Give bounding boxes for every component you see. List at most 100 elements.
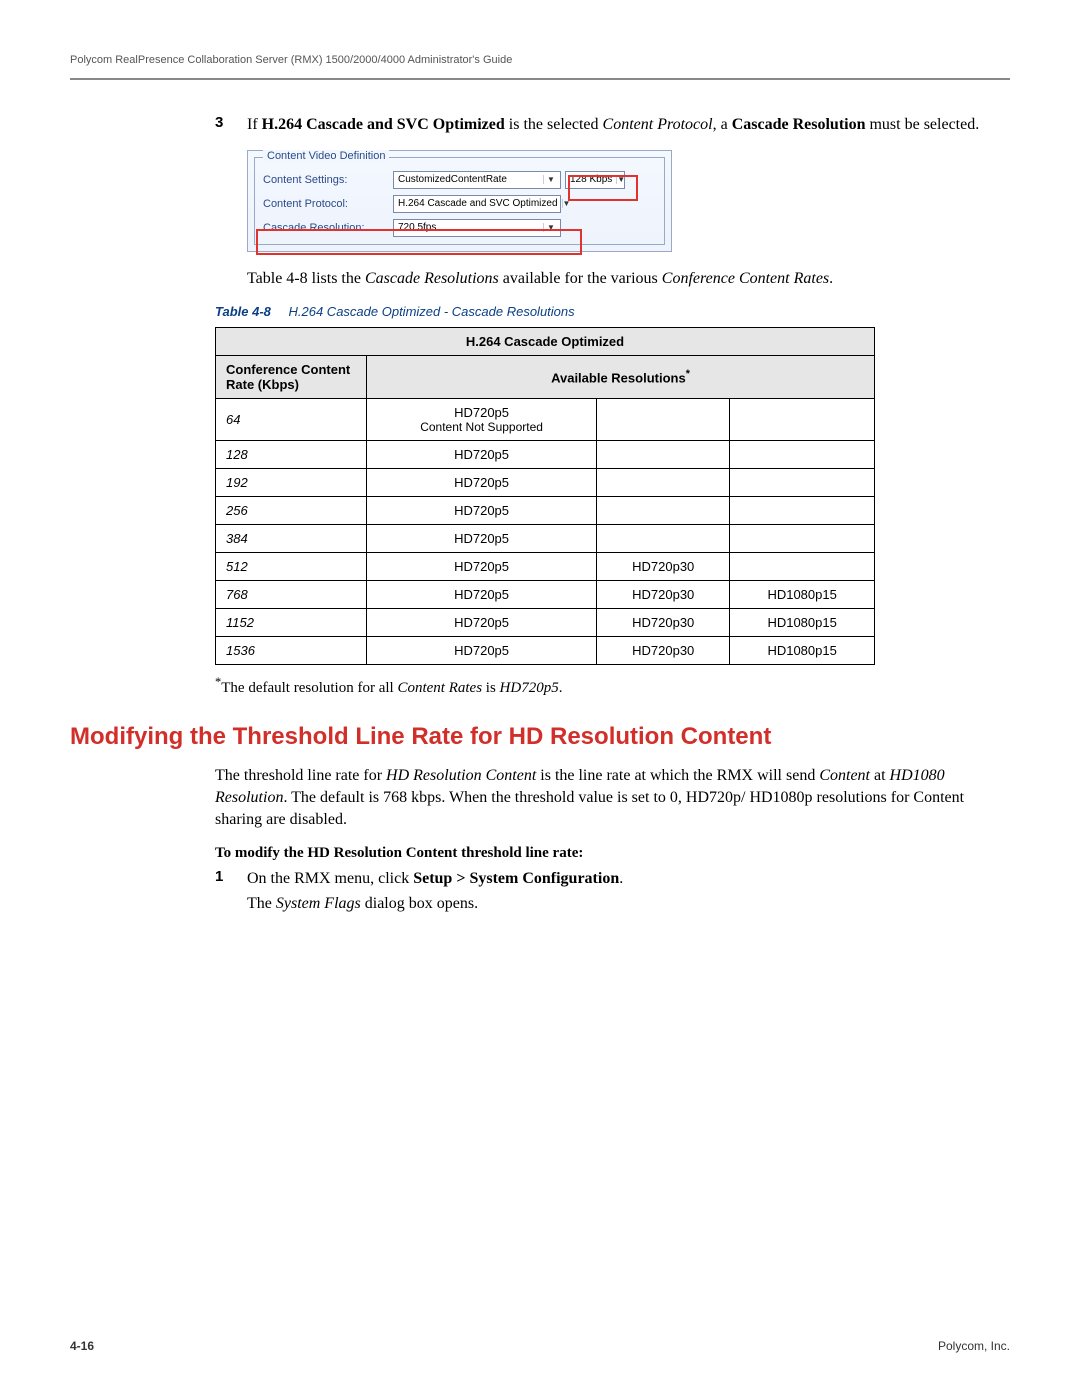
cell-res-3 — [730, 496, 875, 524]
t: is — [482, 680, 500, 696]
t: is the line rate at which the RMX will s… — [536, 767, 819, 784]
table-row: 256HD720p5 — [216, 496, 875, 524]
cell-res-2: HD720p30 — [597, 552, 730, 580]
t: System Flags — [276, 895, 361, 912]
chevron-down-icon: ▼ — [543, 223, 558, 232]
cell-res-3: HD1080p15 — [730, 608, 875, 636]
cell-rate: 64 — [216, 398, 367, 440]
running-header: Polycom RealPresence Collaboration Serve… — [70, 54, 1010, 76]
table-row: 768HD720p5HD720p30HD1080p15 — [216, 580, 875, 608]
dropdown-content-rate[interactable]: 128 Kbps ▼ — [565, 171, 625, 189]
dropdown-cascade-resolution[interactable]: 720 5fps ▼ — [393, 219, 561, 237]
cell-rate: 768 — [216, 580, 367, 608]
step-text: If H.264 Cascade and SVC Optimized is th… — [247, 114, 979, 136]
t: is the selected — [505, 116, 603, 133]
table-footnote: *The default resolution for all Content … — [215, 675, 1010, 697]
t: dialog box opens. — [361, 895, 478, 912]
t: If — [247, 116, 262, 133]
t: HD720p5 — [500, 680, 559, 696]
step-number: 3 — [215, 114, 229, 136]
cell-res-2 — [597, 524, 730, 552]
t: Content Rates — [397, 680, 482, 696]
dropdown-value: H.264 Cascade and SVC Optimized — [398, 198, 558, 209]
dropdown-content-settings[interactable]: CustomizedContentRate ▼ — [393, 171, 561, 189]
cell-rate: 1536 — [216, 636, 367, 664]
t: , a — [713, 116, 732, 133]
t: * — [686, 368, 690, 380]
cell-res-2 — [597, 398, 730, 440]
step-number: 1 — [215, 868, 229, 915]
chevron-down-icon: ▼ — [543, 175, 558, 184]
t: H.264 Cascade and SVC Optimized — [262, 116, 505, 133]
row-content-settings: Content Settings: CustomizedContentRate … — [263, 168, 656, 192]
cell-res-3 — [730, 398, 875, 440]
cell-rate: 128 — [216, 440, 367, 468]
t: Table 4-8 lists the — [247, 270, 365, 287]
cell-res-3 — [730, 552, 875, 580]
dropdown-content-protocol[interactable]: H.264 Cascade and SVC Optimized ▼ — [393, 195, 561, 213]
row-cascade-resolution: Cascade Resolution: 720 5fps ▼ — [263, 216, 656, 240]
cell-res-2 — [597, 496, 730, 524]
procedure-heading: To modify the HD Resolution Content thre… — [215, 845, 1010, 862]
t: Available Resolutions — [551, 370, 686, 385]
page-footer: 4-16 Polycom, Inc. — [70, 1339, 1010, 1353]
cell-res-2 — [597, 440, 730, 468]
t: Cascade Resolutions — [365, 270, 499, 287]
t: Cascade Resolution — [732, 116, 866, 133]
t: . — [829, 270, 833, 287]
th-rate: Conference Content Rate (Kbps) — [216, 355, 367, 398]
t: The threshold line rate for — [215, 767, 386, 784]
t: The — [247, 895, 276, 912]
table-caption: Table 4-8 H.264 Cascade Optimized - Casc… — [215, 304, 1010, 319]
table-row: 128HD720p5 — [216, 440, 875, 468]
cell-res-3 — [730, 524, 875, 552]
step-1: 1 On the RMX menu, click Setup > System … — [215, 868, 1010, 915]
section-heading: Modifying the Threshold Line Rate for HD… — [70, 723, 1010, 751]
table-caption-label: Table 4-8 — [215, 304, 271, 319]
dropdown-value: CustomizedContentRate — [398, 174, 507, 185]
t: Setup > System Configuration — [413, 870, 619, 887]
chevron-down-icon: ▼ — [562, 199, 571, 208]
cell-res-1: HD720p5 — [367, 440, 597, 468]
cell-res-2 — [597, 468, 730, 496]
header-rule — [70, 78, 1010, 80]
t: The default resolution for all — [221, 680, 397, 696]
label-cascade-resolution: Cascade Resolution: — [263, 222, 393, 234]
table-row: 192HD720p5 — [216, 468, 875, 496]
footer-owner: Polycom, Inc. — [938, 1339, 1010, 1353]
page-number: 4-16 — [70, 1339, 94, 1353]
paragraph-threshold: The threshold line rate for HD Resolutio… — [215, 765, 1010, 831]
cell-res-1: HD720p5 — [367, 636, 597, 664]
t: . — [619, 870, 623, 887]
cell-res-2: HD720p30 — [597, 636, 730, 664]
cell-res-1: HD720p5Content Not Supported — [367, 398, 597, 440]
table-ref-sentence: Table 4-8 lists the Cascade Resolutions … — [247, 270, 1010, 288]
cell-res-2: HD720p30 — [597, 608, 730, 636]
content-video-definition-panel: Content Video Definition Content Setting… — [247, 150, 672, 252]
table-caption-title: H.264 Cascade Optimized - Cascade Resolu… — [289, 304, 575, 319]
cell-rate: 512 — [216, 552, 367, 580]
cell-rate: 1152 — [216, 608, 367, 636]
table-row: 1152HD720p5HD720p30HD1080p15 — [216, 608, 875, 636]
cell-rate: 192 — [216, 468, 367, 496]
cell-res-3: HD1080p15 — [730, 580, 875, 608]
t: . The default is 768 kbps. When the thre… — [215, 789, 964, 828]
cell-res-3 — [730, 468, 875, 496]
dropdown-value: 720 5fps — [398, 222, 436, 233]
t: Content — [819, 767, 870, 784]
th-top: H.264 Cascade Optimized — [216, 327, 875, 355]
table-row: 64HD720p5Content Not Supported — [216, 398, 875, 440]
t: available for the various — [499, 270, 662, 287]
cell-res-2: HD720p30 — [597, 580, 730, 608]
t: Content Protocol — [603, 116, 713, 133]
table-row: 1536HD720p5HD720p30HD1080p15 — [216, 636, 875, 664]
cell-res-3: HD1080p15 — [730, 636, 875, 664]
th-available: Available Resolutions* — [367, 355, 875, 398]
cell-rate: 384 — [216, 524, 367, 552]
cell-rate: 256 — [216, 496, 367, 524]
cell-res-1: HD720p5 — [367, 608, 597, 636]
t: On the RMX menu, click — [247, 870, 413, 887]
cell-res-3 — [730, 440, 875, 468]
table-row: 512HD720p5HD720p30 — [216, 552, 875, 580]
t: . — [559, 680, 563, 696]
